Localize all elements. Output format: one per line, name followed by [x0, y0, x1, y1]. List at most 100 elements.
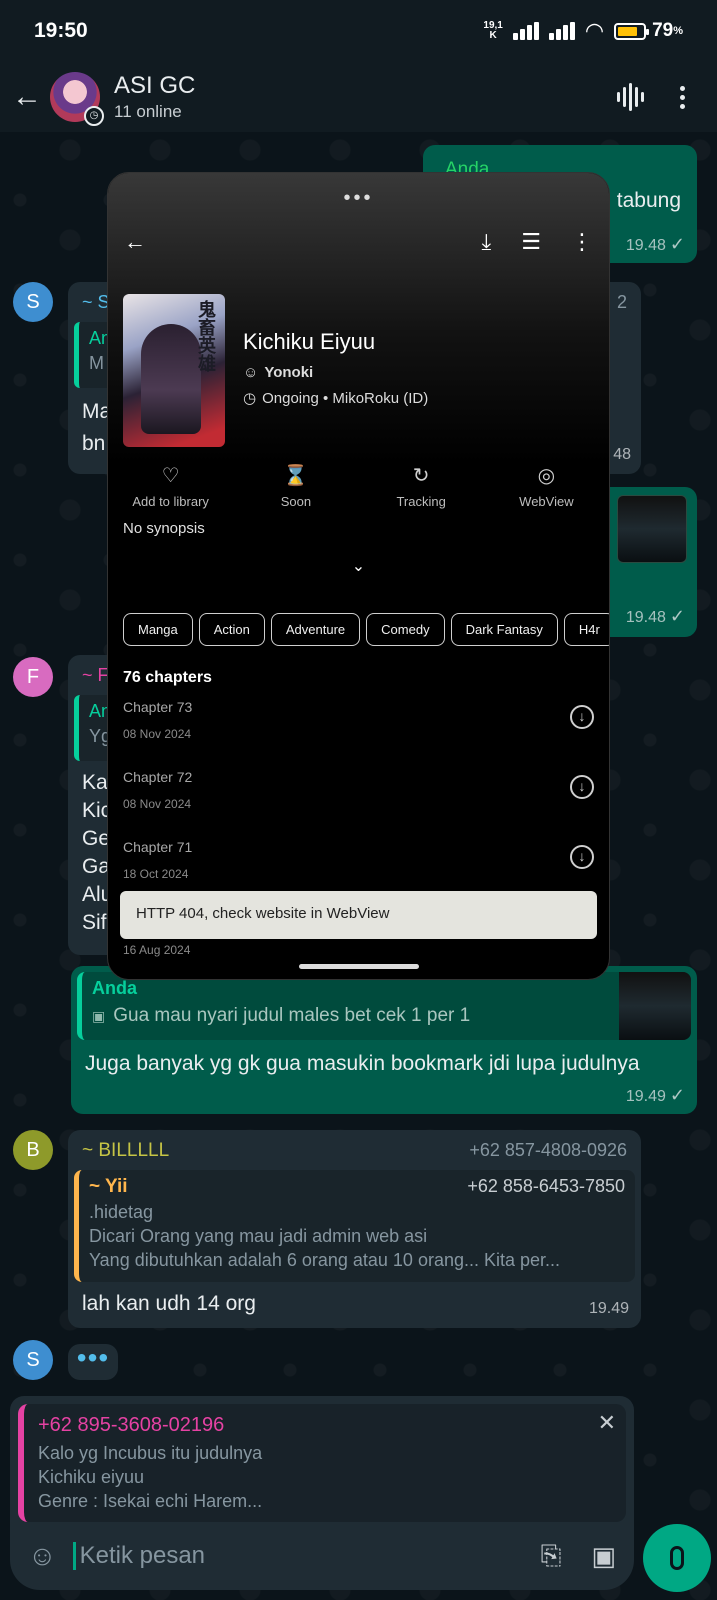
chapter-name: Chapter 71	[123, 839, 193, 855]
close-reply-icon[interactable]: ✕	[598, 1410, 616, 1436]
reply-sender: Anda	[92, 978, 137, 998]
avatar-f[interactable]: F	[13, 657, 53, 697]
soon-button[interactable]: ⌛ Soon	[233, 463, 358, 509]
clock-icon: ◷	[243, 390, 257, 407]
error-toast: HTTP 404, check website in WebView	[120, 891, 597, 939]
genre-tag[interactable]: Comedy	[366, 613, 445, 646]
genre-tag[interactable]: Adventure	[270, 613, 361, 646]
more-options-icon[interactable]: ⋮	[571, 229, 593, 255]
sync-icon: ↻	[412, 465, 430, 487]
reply-quote[interactable]: Anda ▣ Gua mau nyari judul males bet cek…	[77, 972, 691, 1040]
reply-line: Genre : Isekai echi Harem...	[38, 1491, 263, 1511]
webview-button[interactable]: ◎ WebView	[484, 463, 609, 509]
attach-icon[interactable]: ⎘	[541, 1540, 562, 1572]
group-title: ASI GC	[114, 72, 196, 99]
voice-chat-icon[interactable]	[617, 83, 644, 111]
reply-line: .hidetag	[89, 1202, 154, 1222]
reply-line: Dicari Orang yang mau jadi admin web asi	[89, 1226, 428, 1246]
expand-chevron-icon[interactable]: ⌄	[108, 556, 609, 576]
genre-tag[interactable]: Dark Fantasy	[450, 613, 558, 646]
reply-line: Kalo yg Incubus itu judulnya	[38, 1443, 263, 1463]
more-options-icon[interactable]	[680, 85, 685, 109]
signal-icon-2	[548, 22, 575, 40]
message-time: 48	[613, 446, 631, 463]
chapter-date: 18 Oct 2024	[123, 867, 189, 881]
avatar-s-typing[interactable]: S	[13, 1340, 53, 1380]
sticker-icon[interactable]: ☺	[28, 1540, 57, 1572]
typing-indicator: •••	[68, 1344, 118, 1380]
manga-cover[interactable]: 鬼畜英雄	[123, 294, 225, 447]
reply-text: Gua mau nyari judul males bet cek 1 per …	[113, 1005, 471, 1026]
download-chapter-icon[interactable]: ↓	[570, 845, 594, 869]
battery-indicator: 79%	[614, 20, 683, 42]
wifi-icon: ◠	[584, 18, 605, 43]
group-info[interactable]: ASI GC 11 online	[114, 72, 617, 122]
status-text: Ongoing • MikoRoku (ID)	[262, 389, 429, 407]
reply-quote[interactable]: ~ Yii +62 858-6453-7850 .hidetag Dicari …	[74, 1170, 635, 1282]
message-input[interactable]: Ketik pesan	[72, 1542, 541, 1570]
genre-tag[interactable]: Action	[198, 613, 265, 646]
floating-app-window[interactable]: ••• ← ⤓ ☰ ⋮ 鬼畜英雄 Kichiku Eiyuu ☺ Yonoki …	[107, 172, 610, 980]
online-count: 11 online	[114, 102, 182, 121]
action-row: ♡ Add to library ⌛ Soon ↻ Tracking ◎ WebView	[108, 463, 609, 509]
author-name: Yonoki	[264, 364, 314, 381]
sender-name: ~ BILLLLL	[82, 1140, 170, 1161]
message-line: Sif	[82, 911, 107, 934]
download-chapter-icon[interactable]: ↓	[570, 705, 594, 729]
back-arrow-icon[interactable]: ←	[124, 229, 146, 255]
sender-phone: +62 857-4808-0926	[469, 1140, 627, 1160]
chapter-row[interactable]: Chapter 71 18 Oct 2024 ↓	[123, 839, 594, 899]
globe-icon: ◎	[537, 465, 556, 487]
battery-icon	[614, 22, 650, 40]
reply-preview[interactable]: +62 895-3608-02196 Kalo yg Incubus itu j…	[10, 1396, 634, 1522]
chat-header: ← ◷ ASI GC 11 online	[0, 62, 717, 132]
message-incoming-6[interactable]: ~ BILLLLL +62 857-4808-0926 ~ Yii +62 85…	[68, 1130, 641, 1328]
action-label: Tracking	[396, 494, 446, 509]
genre-tag[interactable]: H4r	[563, 613, 609, 646]
tracking-button[interactable]: ↻ Tracking	[359, 463, 484, 509]
download-icon[interactable]: ⤓	[482, 229, 492, 255]
message-time: 19.49	[625, 1088, 666, 1105]
message-line: Ge	[82, 827, 111, 850]
genre-tag[interactable]: Manga	[123, 613, 193, 646]
group-avatar[interactable]: ◷	[50, 72, 104, 126]
person-icon: ☺	[243, 364, 259, 381]
message-text: n tabung	[599, 189, 681, 212]
microphone-button[interactable]	[643, 1524, 711, 1592]
add-to-library-button[interactable]: ♡ Add to library	[108, 463, 233, 509]
manga-title: Kichiku Eiyuu	[243, 329, 376, 354]
window-handle-icon[interactable]: •••	[108, 187, 609, 210]
reply-line: Kichiku eiyuu	[38, 1467, 145, 1487]
message-outgoing-5[interactable]: Anda ▣ Gua mau nyari judul males bet cek…	[71, 966, 697, 1114]
chapter-row[interactable]: Chapter 72 08 Nov 2024 ↓	[123, 769, 594, 829]
image-thumbnail[interactable]	[617, 495, 687, 563]
message-input-bar: ☺ Ketik pesan ⎘ ▣	[10, 1522, 634, 1590]
camera-icon[interactable]: ▣	[591, 1541, 616, 1572]
manga-toolbar: ← ⤓ ☰ ⋮	[124, 229, 593, 255]
heart-icon: ♡	[161, 465, 180, 487]
sender-name: ~ S	[82, 292, 110, 312]
back-arrow-icon[interactable]: ←	[12, 80, 42, 114]
network-speed: 19,1 K	[483, 21, 502, 41]
avatar-s[interactable]: S	[13, 282, 53, 322]
chapter-date: 16 Aug 2024	[123, 943, 191, 957]
battery-level: 79	[652, 20, 674, 41]
chapter-name: Chapter 73	[123, 699, 193, 715]
avatar-b[interactable]: B	[13, 1130, 53, 1170]
status-time: 19:50	[34, 19, 88, 42]
message-time: 19.48	[625, 237, 666, 254]
sent-check-icon: ✓	[669, 234, 685, 254]
message-line: Ka	[82, 771, 108, 794]
filter-icon[interactable]: ☰	[521, 229, 541, 255]
reply-phone: +62 858-6453-7850	[467, 1176, 625, 1196]
home-indicator[interactable]	[298, 964, 419, 969]
chapter-date: 08 Nov 2024	[123, 727, 192, 741]
hourglass-icon: ⌛	[283, 465, 309, 487]
image-icon: ▣	[92, 1007, 106, 1024]
chapter-row[interactable]: Chapter 73 08 Nov 2024 ↓	[123, 699, 594, 759]
chapter-date: 08 Nov 2024	[123, 797, 192, 811]
download-chapter-icon[interactable]: ↓	[570, 775, 594, 799]
reply-preview-content: +62 895-3608-02196 Kalo yg Incubus itu j…	[18, 1404, 626, 1522]
disappearing-timer-icon: ◷	[84, 106, 104, 126]
reply-sender: ~ Yii	[89, 1176, 128, 1197]
